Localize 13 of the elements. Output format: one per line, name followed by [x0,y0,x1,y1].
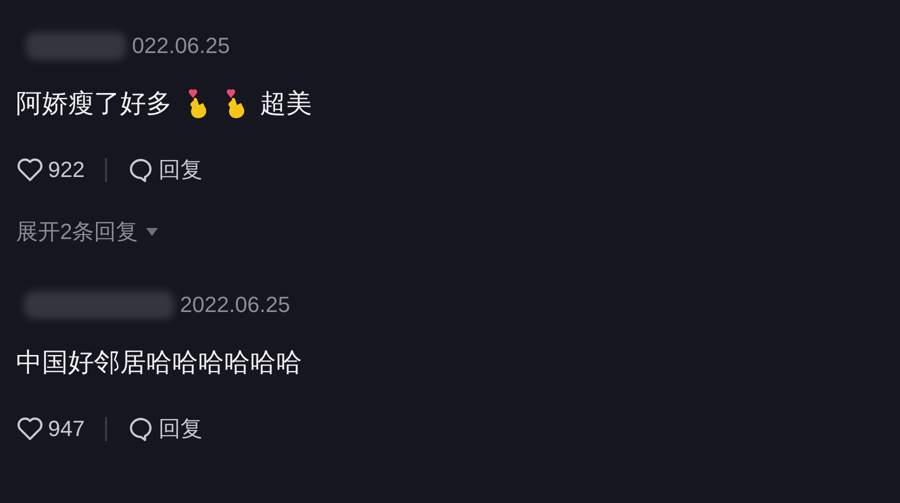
heart-icon[interactable] [16,156,44,184]
comment-text: 阿娇瘦了好多 [16,87,172,120]
reply-link[interactable]: 回复 [158,155,203,185]
comment-date: 022.06.25 [132,33,230,59]
comment-text: 中国好邻居哈哈哈哈哈哈 [16,346,302,379]
expand-replies-link[interactable]: 展开2条回复 [16,217,138,247]
like-count: 922 [48,157,85,183]
like-count: 947 [48,416,85,442]
comment-date: 2022.06.25 [180,292,290,318]
caret-icon [146,228,158,236]
heart-icon[interactable] [16,415,44,443]
reply-link[interactable]: 回复 [158,414,203,444]
comment-text: 超美 [260,87,312,120]
